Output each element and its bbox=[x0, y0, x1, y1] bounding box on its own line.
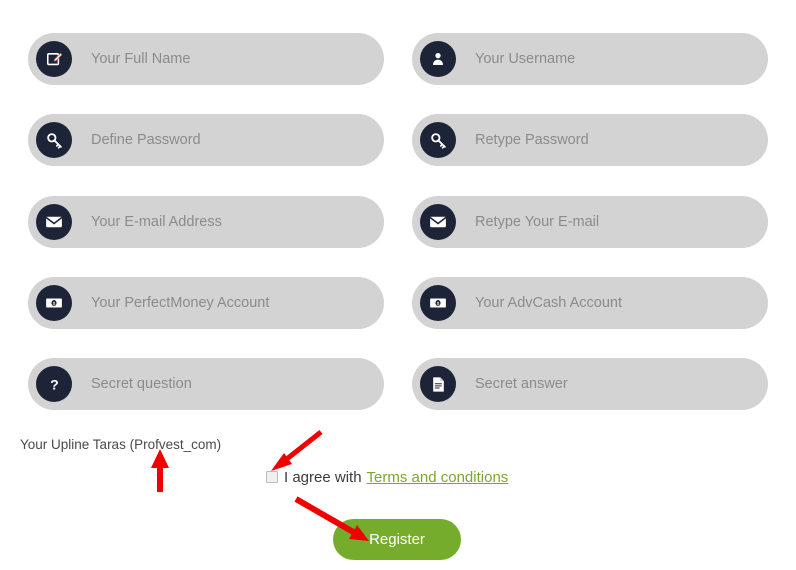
form-row: Your Full Name Your Username bbox=[0, 33, 796, 85]
field-perfectmoney-account[interactable]: $ Your PerfectMoney Account bbox=[28, 277, 384, 329]
user-icon bbox=[420, 41, 456, 77]
terms-agree-checkbox[interactable] bbox=[266, 471, 278, 483]
edit-document-icon bbox=[36, 41, 72, 77]
form-row: Your E-mail Address Retype Your E-mail bbox=[0, 196, 796, 248]
banknote-icon: $ bbox=[36, 285, 72, 321]
field-retype-email[interactable]: Retype Your E-mail bbox=[412, 196, 768, 248]
field-advcash-account[interactable]: $ Your AdvCash Account bbox=[412, 277, 768, 329]
field-placeholder: Retype Your E-mail bbox=[475, 214, 600, 230]
field-define-password[interactable]: Define Password bbox=[28, 114, 384, 166]
field-placeholder: Your PerfectMoney Account bbox=[91, 295, 270, 311]
field-placeholder: Retype Password bbox=[475, 132, 589, 148]
terms-agree-label: I agree with bbox=[284, 468, 362, 486]
field-placeholder: Your Full Name bbox=[91, 51, 191, 67]
envelope-icon bbox=[36, 204, 72, 240]
field-username[interactable]: Your Username bbox=[412, 33, 768, 85]
terms-agreement-row: I agree with Terms and conditions bbox=[266, 468, 508, 486]
banknote-icon: $ bbox=[420, 285, 456, 321]
field-secret-question[interactable]: ? Secret question bbox=[28, 358, 384, 410]
field-placeholder: Secret answer bbox=[475, 376, 568, 392]
field-secret-answer[interactable]: Secret answer bbox=[412, 358, 768, 410]
field-email[interactable]: Your E-mail Address bbox=[28, 196, 384, 248]
key-icon bbox=[420, 122, 456, 158]
form-row: $ Your PerfectMoney Account $ Your AdvCa… bbox=[0, 277, 796, 329]
form-row: ? Secret question Secret answer bbox=[0, 358, 796, 410]
field-retype-password[interactable]: Retype Password bbox=[412, 114, 768, 166]
arrow-to-upline bbox=[151, 449, 169, 492]
register-button[interactable]: Register bbox=[333, 519, 461, 560]
svg-text:?: ? bbox=[50, 377, 59, 393]
upline-label: Your Upline Taras (Profvest_com) bbox=[20, 437, 222, 452]
arrow-to-agree-checkbox bbox=[271, 430, 323, 471]
field-placeholder: Define Password bbox=[91, 132, 201, 148]
form-row: Define Password Retype Password bbox=[0, 114, 796, 166]
field-placeholder: Secret question bbox=[91, 376, 192, 392]
question-mark-icon: ? bbox=[36, 366, 72, 402]
field-placeholder: Your E-mail Address bbox=[91, 214, 222, 230]
key-icon bbox=[36, 122, 72, 158]
file-text-icon bbox=[420, 366, 456, 402]
field-full-name[interactable]: Your Full Name bbox=[28, 33, 384, 85]
envelope-icon bbox=[420, 204, 456, 240]
terms-and-conditions-link[interactable]: Terms and conditions bbox=[367, 469, 509, 486]
field-placeholder: Your Username bbox=[475, 51, 576, 67]
registration-page: Your Full Name Your Username Define Pass… bbox=[0, 0, 796, 570]
field-placeholder: Your AdvCash Account bbox=[475, 295, 622, 311]
